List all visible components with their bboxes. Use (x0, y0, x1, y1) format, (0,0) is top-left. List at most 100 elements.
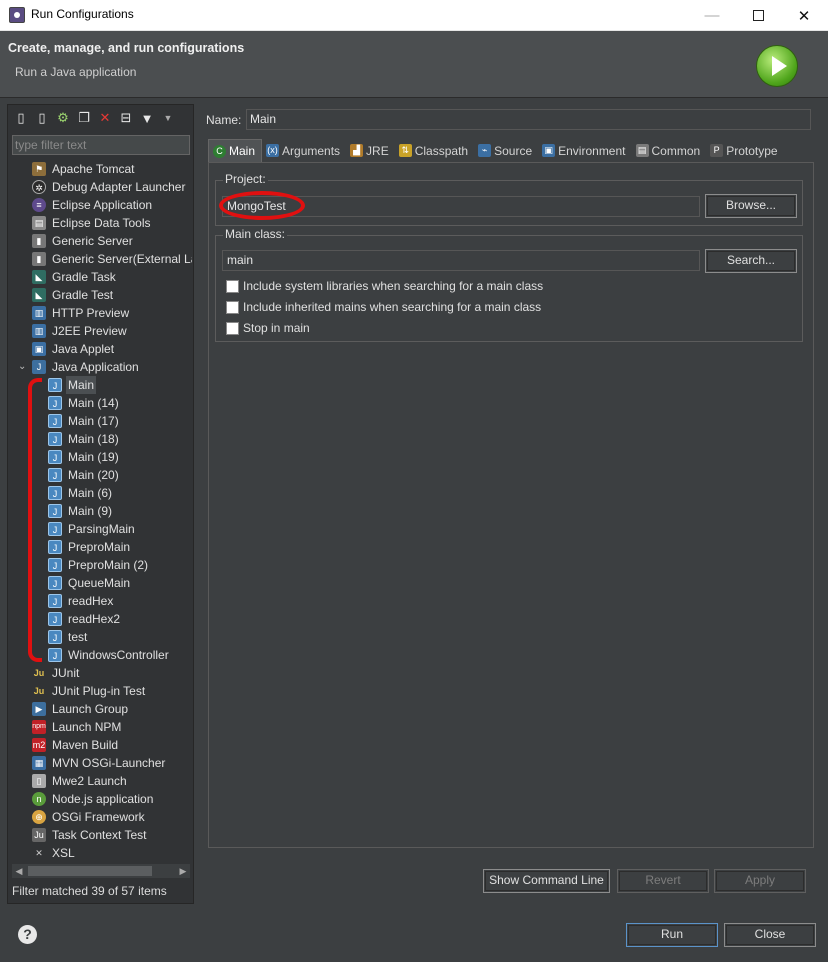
close-window-button[interactable]: ✕ (781, 0, 827, 31)
tab-label: JRE (366, 143, 389, 158)
export-icon[interactable]: ⚙ (54, 109, 72, 127)
name-label: Name: (206, 113, 242, 127)
tree-item-type[interactable]: ◣ Gradle Task (12, 268, 192, 286)
source-icon: ⌁ (478, 144, 492, 157)
project-group: Project: MongoTest Browse... (215, 172, 803, 226)
java-config-icon: J (48, 576, 62, 590)
main-class-field[interactable]: main (222, 250, 700, 271)
browse-button[interactable]: Browse... (705, 194, 797, 218)
delete-icon[interactable]: ✕ (96, 109, 114, 127)
view-menu-icon[interactable]: ▼ (159, 109, 177, 127)
tree-item-type[interactable]: npm Launch NPM (12, 718, 192, 736)
tree-item-type[interactable]: Ju JUnit Plug-in Test (12, 682, 192, 700)
tree-item-type[interactable]: ≡ Eclipse Application (12, 196, 192, 214)
tab-main[interactable]: C Main (208, 139, 263, 162)
name-field[interactable]: Main (246, 109, 811, 130)
help-icon[interactable]: ? (18, 925, 37, 944)
tree-item-type[interactable]: ⚑ Apache Tomcat (12, 160, 192, 178)
tree-item-label: Java Application (52, 360, 139, 374)
show-command-line-button[interactable]: Show Command Line (483, 869, 610, 893)
java-config-icon: J (48, 648, 62, 662)
main-class-label: Main class: (223, 227, 288, 241)
tree-item-type[interactable]: ▥ HTTP Preview (12, 304, 192, 322)
include-system-libraries-option[interactable]: Include system libraries when searching … (226, 278, 543, 294)
maximize-icon (752, 10, 764, 21)
http-preview-icon: ▥ (32, 306, 46, 320)
close-icon: ✕ (797, 7, 811, 25)
collapse-all-icon[interactable]: ⊟ (117, 109, 135, 127)
checkbox-label: Include system libraries when searching … (243, 279, 544, 293)
tree-item-type[interactable]: ▣ Java Applet (12, 340, 192, 358)
tree-item-type[interactable]: m2 Maven Build (12, 736, 192, 754)
tree-item-type[interactable]: n Node.js application (12, 790, 192, 808)
tree-item-label: JUnit (52, 666, 80, 680)
tree-item-label: JUnit Plug-in Test (52, 684, 146, 698)
tree-item-type[interactable]: ▥ J2EE Preview (12, 322, 192, 340)
java-applet-icon: ▣ (32, 342, 46, 356)
tree-item-type[interactable]: ⌄ J Java Application (12, 358, 192, 376)
include-inherited-mains-option[interactable]: Include inherited mains when searching f… (226, 299, 541, 315)
java-config-icon: J (48, 612, 62, 626)
nodejs-icon: n (32, 792, 46, 806)
j2ee-preview-icon: ▥ (32, 324, 46, 338)
environment-icon: ▣ (542, 144, 556, 157)
java-config-icon: J (48, 432, 62, 446)
tab-source[interactable]: ⌁ Source (474, 139, 538, 162)
checkbox[interactable] (226, 279, 239, 293)
tree-item-type[interactable]: ▮ Generic Server(External La (12, 250, 192, 268)
header-title: Create, manage, and run configurations (8, 41, 245, 55)
tree-item-type[interactable]: ✕ XSL (12, 844, 192, 862)
chevron-down-icon[interactable]: ⌄ (18, 358, 26, 376)
tab-prototype[interactable]: P Prototype (706, 139, 783, 162)
tab-label: Source (494, 143, 533, 158)
tree-item-type[interactable]: ▮ Generic Server (12, 232, 192, 250)
tree-item-label: Gradle Task (52, 270, 116, 284)
tab-label: Main (229, 144, 256, 158)
scroll-left-icon[interactable]: ◀ (12, 864, 26, 878)
filter-icon[interactable]: ▼ (138, 109, 156, 127)
tree-item-type[interactable]: ✲ Debug Adapter Launcher (12, 178, 192, 196)
close-button[interactable]: Close (724, 923, 816, 947)
tree-item-type[interactable]: ▶ Launch Group (12, 700, 192, 718)
apply-button[interactable]: Apply (714, 869, 806, 893)
tree-item-label: HTTP Preview (52, 306, 130, 320)
arguments-icon: (x) (266, 144, 280, 157)
stop-in-main-option[interactable]: Stop in main (226, 320, 310, 336)
tree-item-type[interactable]: ◣ Gradle Test (12, 286, 192, 304)
tree-item-label: Launch Group (52, 702, 129, 716)
tree-item-label: Generic Server(External La (52, 252, 192, 266)
search-button[interactable]: Search... (705, 249, 797, 273)
tab-common[interactable]: ▤ Common (632, 139, 707, 162)
main-class-group: Main class: main Search... Include syste… (215, 227, 803, 342)
run-button[interactable]: Run (626, 923, 718, 947)
gradle-icon: ◣ (32, 288, 46, 302)
new-config-icon[interactable]: ▯ (12, 109, 30, 127)
tab-jre[interactable]: ▟ JRE (346, 139, 395, 162)
tab-label: Common (651, 143, 701, 158)
filter-input[interactable] (12, 135, 190, 155)
tree-item-label: Main (18) (68, 432, 119, 446)
tree-item-label: Eclipse Application (52, 198, 153, 212)
scroll-thumb[interactable] (28, 866, 152, 876)
new-prototype-icon[interactable]: ▯ (33, 109, 51, 127)
tree-item-type[interactable]: ▤ Eclipse Data Tools (12, 214, 192, 232)
scroll-right-icon[interactable]: ▶ (176, 864, 190, 878)
duplicate-icon[interactable]: ❐ (75, 109, 93, 127)
tree-item-type[interactable]: ▦ MVN OSGi-Launcher (12, 754, 192, 772)
java-config-icon: J (48, 558, 62, 572)
checkbox[interactable] (226, 300, 239, 314)
tab-arguments[interactable]: (x) Arguments (262, 139, 346, 162)
common-icon: ▤ (635, 144, 649, 157)
tree-item-type[interactable]: ⊕ OSGi Framework (12, 808, 192, 826)
checkbox[interactable] (226, 321, 239, 335)
tree-item-type[interactable]: Ju JUnit (12, 664, 192, 682)
tree-item-type[interactable]: Ju Task Context Test (12, 826, 192, 844)
maximize-button[interactable] (735, 0, 781, 31)
revert-button[interactable]: Revert (617, 869, 709, 893)
tab-environment[interactable]: ▣ Environment (538, 139, 631, 162)
tree-item-type[interactable]: ▯ Mwe2 Launch (12, 772, 192, 790)
horizontal-scrollbar[interactable]: ◀ ▶ (12, 864, 190, 878)
tab-classpath[interactable]: ⇅ Classpath (395, 139, 474, 162)
minimize-button[interactable]: — (689, 0, 735, 31)
jre-icon: ▟ (350, 144, 364, 157)
